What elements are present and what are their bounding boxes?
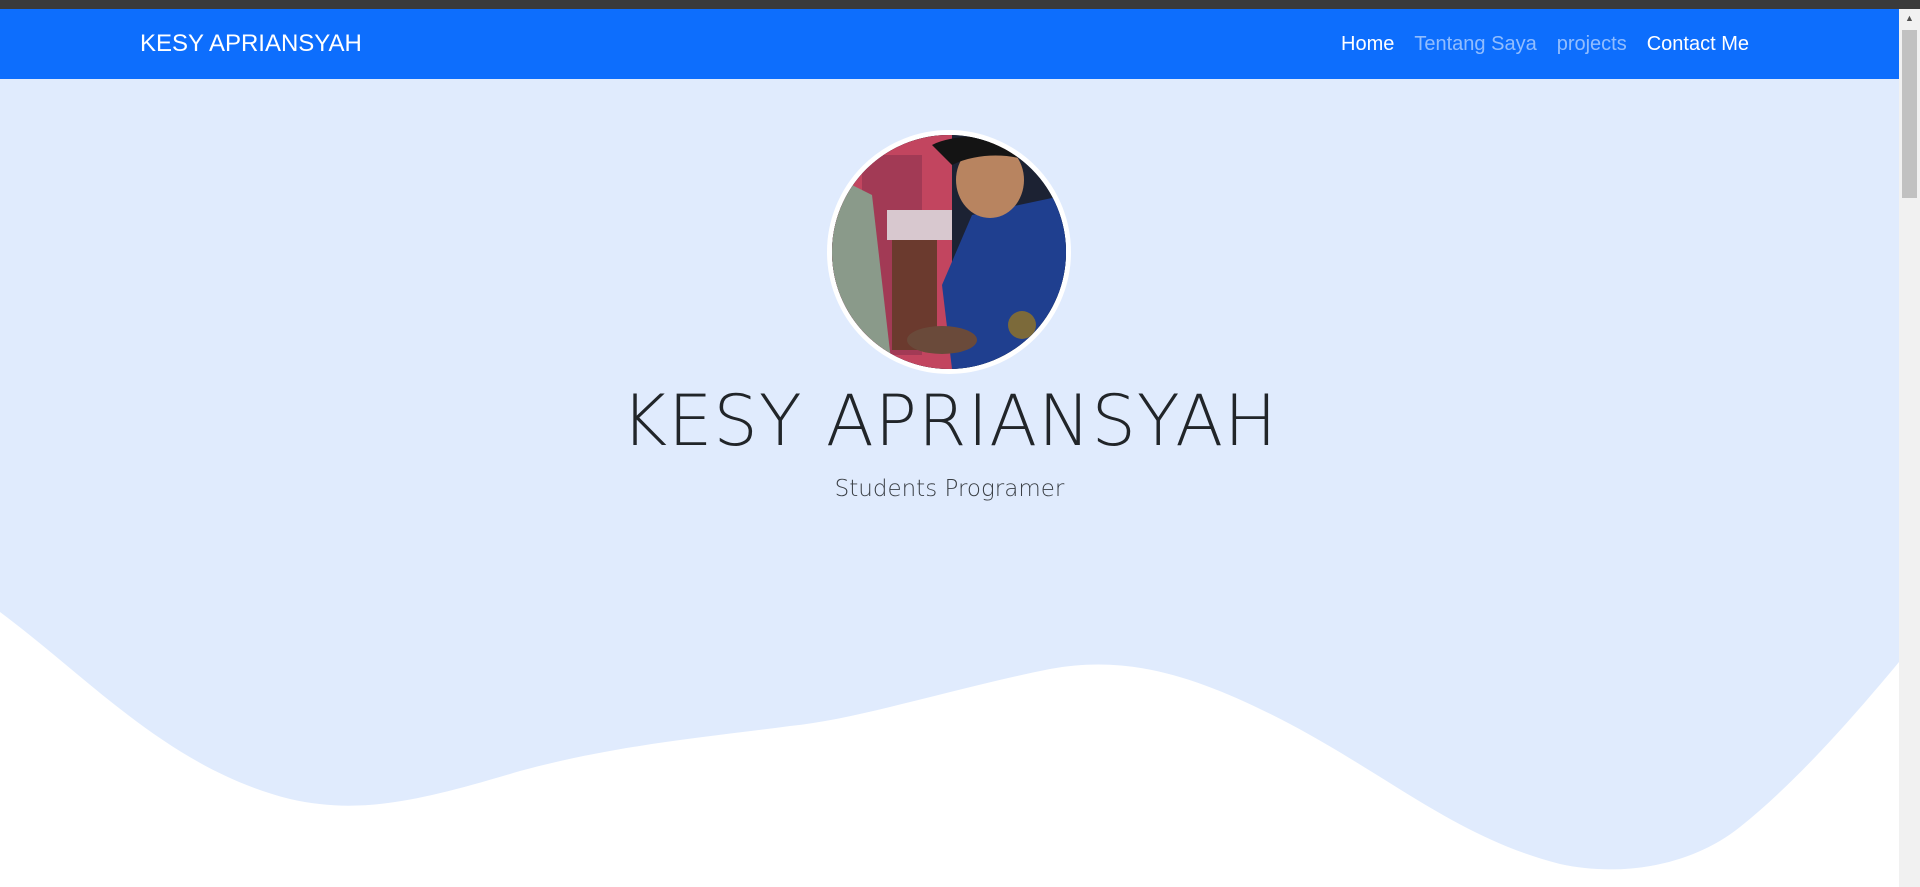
page-scrollbar[interactable]: ▲: [1899, 9, 1920, 887]
profile-photo-icon: [832, 135, 1066, 369]
nav-links: Home Tentang Saya projects Contact Me: [1341, 9, 1749, 79]
browser-top-strip: [0, 0, 1920, 9]
scroll-up-arrow-icon[interactable]: ▲: [1899, 9, 1920, 27]
hero-title: KESY APRIANSYAH: [621, 380, 1278, 462]
profile-avatar: [827, 130, 1071, 374]
nav-link-contact-me[interactable]: Contact Me: [1647, 33, 1749, 56]
hero-subtitle: Students Programer: [834, 476, 1065, 502]
navbar: KESY APRIANSYAH Home Tentang Saya projec…: [0, 9, 1899, 79]
nav-link-projects[interactable]: projects: [1557, 33, 1627, 56]
scroll-thumb[interactable]: [1902, 30, 1917, 198]
hero-section: KESY APRIANSYAH Students Programer: [0, 79, 1899, 887]
nav-link-home[interactable]: Home: [1341, 33, 1394, 56]
nav-link-tentang-saya[interactable]: Tentang Saya: [1414, 33, 1536, 56]
navbar-brand[interactable]: KESY APRIANSYAH: [140, 9, 362, 79]
